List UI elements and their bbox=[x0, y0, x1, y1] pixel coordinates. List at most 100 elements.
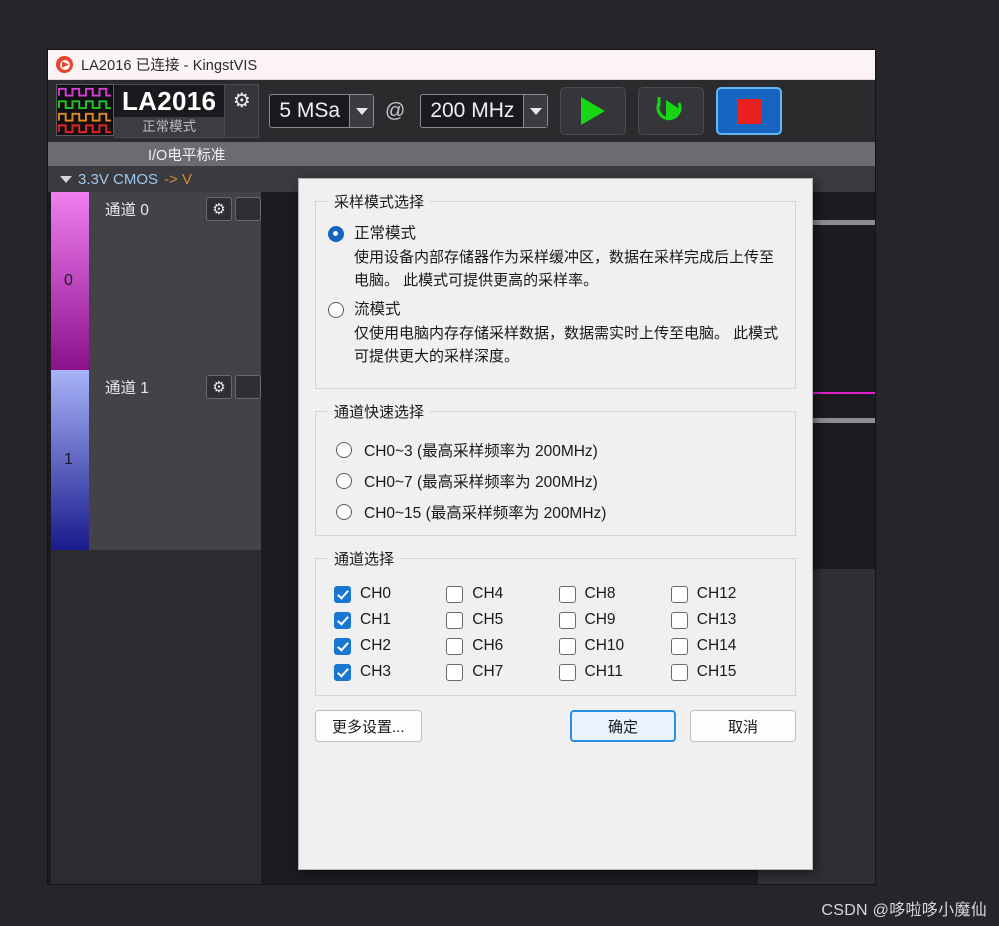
kingst-logo-icon bbox=[56, 56, 73, 73]
application-window: LA2016 已连接 - KingstVIS LA2016 正常模式 ⚙ 5 M… bbox=[48, 50, 875, 884]
chevron-down-icon[interactable] bbox=[523, 95, 548, 127]
checkbox-ch3[interactable] bbox=[334, 663, 351, 681]
channel-settings-button-1[interactable]: ⚙ bbox=[206, 375, 232, 399]
radio-ch0-3-label: CH0~3 (最高采样频率为 200MHz) bbox=[364, 443, 598, 460]
channel-checkbox-cell[interactable]: CH0 bbox=[334, 585, 446, 603]
io-level-header: I/O电平标准 bbox=[48, 142, 875, 166]
radio-ch0-15-label: CH0~15 (最高采样频率为 200MHz) bbox=[364, 505, 607, 522]
sample-depth-combo[interactable]: 5 MSa bbox=[269, 94, 375, 128]
checkbox-ch2-label: CH2 bbox=[360, 637, 392, 654]
channel-checkbox-cell[interactable]: CH11 bbox=[558, 663, 671, 681]
channel-checkbox-cell[interactable]: CH1 bbox=[334, 611, 446, 629]
at-separator: @ bbox=[385, 99, 406, 122]
radio-ch0-3[interactable] bbox=[336, 442, 352, 458]
radio-stream-mode-label: 流模式 bbox=[354, 301, 401, 318]
cancel-button[interactable]: 取消 bbox=[690, 710, 796, 742]
main-toolbar: LA2016 正常模式 ⚙ 5 MSa @ 200 MHz bbox=[48, 80, 875, 142]
channel-extra-button-0[interactable] bbox=[235, 197, 261, 221]
sampling-mode-option-normal[interactable]: 正常模式 bbox=[328, 224, 783, 244]
checkbox-ch3-label: CH3 bbox=[360, 663, 392, 680]
radio-ch0-7-label: CH0~7 (最高采样频率为 200MHz) bbox=[364, 474, 598, 491]
checkbox-ch4-label: CH4 bbox=[472, 585, 504, 602]
radio-normal-mode[interactable] bbox=[328, 226, 344, 242]
sample-rate-combo[interactable]: 200 MHz bbox=[420, 94, 549, 128]
run-button[interactable] bbox=[560, 87, 627, 135]
channel-label-1: 通道 1 bbox=[105, 380, 149, 397]
window-titlebar: LA2016 已连接 - KingstVIS bbox=[48, 50, 875, 80]
quick-select-option-ch0-7[interactable]: CH0~7 (最高采样频率为 200MHz) bbox=[336, 470, 783, 492]
screen-root: LA2016 已连接 - KingstVIS LA2016 正常模式 ⚙ 5 M… bbox=[0, 0, 999, 926]
sample-depth-value: 5 MSa bbox=[279, 99, 341, 122]
checkbox-ch15[interactable] bbox=[670, 663, 688, 681]
channel-checkbox-cell[interactable]: CH9 bbox=[558, 611, 671, 629]
channel-index-1: 1 bbox=[64, 451, 73, 468]
logic-analyzer-logo-icon bbox=[56, 84, 114, 136]
checkbox-ch14-label: CH14 bbox=[696, 637, 737, 654]
checkbox-ch8[interactable] bbox=[558, 585, 576, 603]
radio-ch0-15[interactable] bbox=[336, 504, 352, 520]
dialog-button-bar: 更多设置... 确定 取消 bbox=[315, 710, 796, 742]
io-level-value: 3.3V CMOS bbox=[78, 170, 159, 188]
device-settings-button[interactable]: ⚙ bbox=[225, 84, 260, 138]
checkbox-ch2[interactable] bbox=[334, 637, 351, 655]
play-icon bbox=[581, 97, 606, 125]
stop-button[interactable] bbox=[716, 87, 783, 135]
channel-checkbox-cell[interactable]: CH7 bbox=[446, 663, 558, 681]
stop-icon bbox=[736, 98, 762, 124]
run-loop-button[interactable] bbox=[638, 87, 705, 135]
quick-select-group: 通道快速选择 CH0~3 (最高采样频率为 200MHz) CH0~7 (最高采… bbox=[315, 401, 796, 536]
radio-ch0-7[interactable] bbox=[336, 473, 352, 489]
checkbox-ch14[interactable] bbox=[670, 637, 688, 655]
channel-checkbox-cell[interactable]: CH2 bbox=[334, 637, 446, 655]
sampling-mode-legend: 采样模式选择 bbox=[334, 194, 425, 211]
channel-checkbox-cell[interactable]: CH6 bbox=[446, 637, 558, 655]
checkbox-ch12[interactable] bbox=[670, 585, 688, 603]
checkbox-ch0[interactable] bbox=[334, 585, 351, 603]
checkbox-ch11-label: CH11 bbox=[584, 663, 623, 680]
checkbox-ch5[interactable] bbox=[446, 611, 464, 629]
channel-extra-button-1[interactable] bbox=[235, 375, 261, 399]
channel-body-0: 通道 0 ⚙ bbox=[89, 192, 261, 370]
checkbox-ch1[interactable] bbox=[334, 611, 351, 629]
channel-checkbox-cell[interactable]: CH5 bbox=[446, 611, 558, 629]
channel-checkbox-cell[interactable]: CH10 bbox=[558, 637, 671, 655]
channel-select-legend: 通道选择 bbox=[334, 551, 395, 568]
checkbox-ch7[interactable] bbox=[446, 663, 464, 681]
channel-checkbox-cell[interactable]: CH15 bbox=[670, 663, 783, 681]
io-level-header-label: I/O电平标准 bbox=[148, 148, 226, 164]
quick-select-option-ch0-3[interactable]: CH0~3 (最高采样频率为 200MHz) bbox=[336, 439, 783, 461]
checkbox-ch11[interactable] bbox=[558, 663, 576, 681]
channel-checkbox-cell[interactable]: CH14 bbox=[670, 637, 783, 655]
checkbox-ch10[interactable] bbox=[558, 637, 576, 655]
checkbox-ch6[interactable] bbox=[446, 637, 464, 655]
quick-select-option-ch0-15[interactable]: CH0~15 (最高采样频率为 200MHz) bbox=[336, 501, 783, 523]
channel-checkbox-cell[interactable]: CH8 bbox=[558, 585, 671, 603]
channel-checkbox-cell[interactable]: CH4 bbox=[446, 585, 558, 603]
checkbox-ch4[interactable] bbox=[446, 585, 464, 603]
channel-checkbox-cell[interactable]: CH3 bbox=[334, 663, 446, 681]
checkbox-ch13[interactable] bbox=[670, 611, 688, 629]
more-settings-button[interactable]: 更多设置... bbox=[315, 710, 422, 742]
channel-actions-0: ⚙ bbox=[206, 197, 261, 221]
checkbox-ch9[interactable] bbox=[558, 611, 576, 629]
channel-index-0: 0 bbox=[64, 272, 73, 289]
io-level-arrow: -> V bbox=[164, 170, 192, 188]
channel-list-empty-area bbox=[51, 550, 261, 884]
channel-checkbox-cell[interactable]: CH12 bbox=[670, 585, 783, 603]
gear-icon: ⚙ bbox=[232, 90, 251, 112]
checkbox-ch13-label: CH13 bbox=[696, 611, 737, 628]
channel-checkbox-cell[interactable]: CH13 bbox=[670, 611, 783, 629]
checkbox-ch12-label: CH12 bbox=[696, 585, 737, 602]
channel-checkbox-grid: CH0 CH4 CH8 CH12 CH1 CH5 CH9 CH13 CH2 CH… bbox=[334, 585, 783, 681]
channel-color-bar-0: 0 bbox=[51, 192, 89, 370]
chevron-down-icon[interactable] bbox=[349, 95, 374, 127]
checkbox-ch10-label: CH10 bbox=[584, 637, 625, 654]
checkbox-ch15-label: CH15 bbox=[696, 663, 737, 680]
sampling-mode-option-stream[interactable]: 流模式 bbox=[328, 300, 783, 320]
sampling-mode-group: 采样模式选择 正常模式 使用设备内部存储器作为采样缓冲区，数据在采样完成后上传至… bbox=[315, 191, 796, 389]
radio-normal-mode-label: 正常模式 bbox=[354, 225, 417, 242]
ok-button[interactable]: 确定 bbox=[570, 710, 676, 742]
channel-settings-button-0[interactable]: ⚙ bbox=[206, 197, 232, 221]
checkbox-ch7-label: CH7 bbox=[472, 663, 504, 680]
radio-stream-mode[interactable] bbox=[328, 302, 344, 318]
